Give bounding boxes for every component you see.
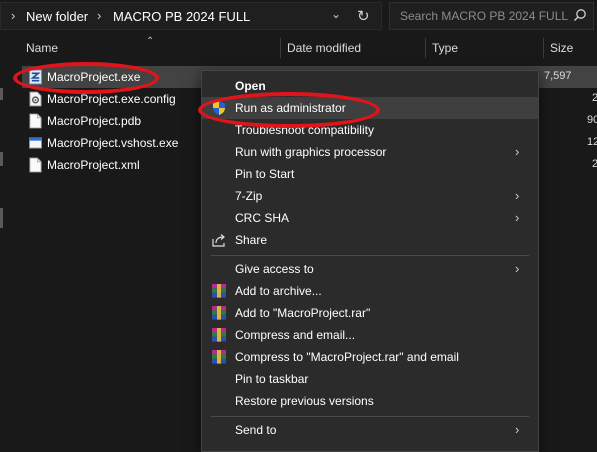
menu-item-crc-sha[interactable]: CRC SHA › xyxy=(202,207,538,229)
menu-item-label: Share xyxy=(235,233,268,247)
menu-item-share[interactable]: Share xyxy=(202,229,538,251)
menu-item-7zip[interactable]: 7-Zip › xyxy=(202,185,538,207)
file-size: 2 xyxy=(592,92,597,104)
column-divider[interactable] xyxy=(543,38,544,58)
file-name: MacroProject.vshost.exe xyxy=(47,136,179,150)
chevron-right-icon: › xyxy=(515,210,520,225)
chevron-right-icon: › xyxy=(515,261,520,276)
address-bar: › New folder › MACRO PB 2024 FULL ⌄ ↻ Se… xyxy=(0,0,597,32)
winrar-icon xyxy=(212,328,226,342)
column-date-modified[interactable]: Date modified xyxy=(287,41,361,55)
refresh-icon[interactable]: ↻ xyxy=(357,7,370,25)
menu-item-label: CRC SHA xyxy=(235,211,290,225)
menu-item-label: Pin to taskbar xyxy=(235,372,309,386)
menu-item-pin-to-start[interactable]: Pin to Start xyxy=(202,163,538,185)
menu-item-open[interactable]: Open xyxy=(202,75,538,97)
column-header-row: ⌃ Name Date modified Type Size xyxy=(0,36,597,60)
chevron-right-icon: › xyxy=(515,144,520,159)
navigation-pane-edge xyxy=(0,60,6,441)
search-placeholder: Search MACRO PB 2024 FULL xyxy=(400,9,569,23)
menu-item-pin-to-taskbar[interactable]: Pin to taskbar xyxy=(202,368,538,390)
menu-item-label: Add to "MacroProject.rar" xyxy=(235,306,371,320)
menu-item-label: Add to archive... xyxy=(235,284,322,298)
menu-item-compress-and-email[interactable]: Compress and email... xyxy=(202,324,538,346)
menu-separator xyxy=(211,255,529,256)
column-divider[interactable] xyxy=(425,38,426,58)
menu-item-label: Pin to Start xyxy=(235,167,295,181)
breadcrumb[interactable]: › New folder › MACRO PB 2024 FULL ⌄ ↻ xyxy=(0,2,382,30)
sort-ascending-icon: ⌃ xyxy=(146,36,155,47)
winrar-icon xyxy=(212,306,226,320)
nav-marker xyxy=(0,208,3,228)
column-divider[interactable] xyxy=(280,38,281,58)
menu-item-label: Troubleshoot compatibility xyxy=(235,123,374,137)
menu-item-label: 7-Zip xyxy=(235,189,263,203)
menu-item-compress-to-rar-and-email[interactable]: Compress to "MacroProject.rar" and email xyxy=(202,346,538,368)
menu-item-give-access-to[interactable]: Give access to › xyxy=(202,258,538,280)
menu-separator xyxy=(211,416,529,417)
menu-item-label: Send to xyxy=(235,423,277,437)
breadcrumb-macro-folder[interactable]: MACRO PB 2024 FULL xyxy=(113,9,250,24)
file-name: MacroProject.pdb xyxy=(47,114,142,128)
winrar-icon xyxy=(212,284,226,298)
column-type[interactable]: Type xyxy=(432,41,458,55)
menu-item-restore-previous-versions[interactable]: Restore previous versions xyxy=(202,390,538,412)
menu-item-add-to-rar[interactable]: Add to "MacroProject.rar" xyxy=(202,302,538,324)
file-name: MacroProject.xml xyxy=(47,158,140,172)
column-name[interactable]: Name xyxy=(26,41,58,55)
file-name: MacroProject.exe xyxy=(47,70,141,84)
chevron-right-icon: › xyxy=(515,188,520,203)
file-name: MacroProject.exe.config xyxy=(47,92,176,106)
menu-item-send-to[interactable]: Send to › xyxy=(202,419,538,441)
breadcrumb-new-folder[interactable]: New folder xyxy=(26,9,88,24)
menu-item-label: Run as administrator xyxy=(235,101,346,115)
menu-item-add-to-archive[interactable]: Add to archive... xyxy=(202,280,538,302)
menu-item-run-with-graphics-processor[interactable]: Run with graphics processor › xyxy=(202,141,538,163)
exe-app-icon xyxy=(29,69,42,85)
menu-item-label: Run with graphics processor xyxy=(235,145,387,159)
menu-item-troubleshoot-compatibility[interactable]: Troubleshoot compatibility xyxy=(202,119,538,141)
file-icon xyxy=(29,157,42,173)
chevron-right-icon: › xyxy=(97,8,102,23)
chevron-right-icon: › xyxy=(515,422,520,437)
menu-item-label: Give access to xyxy=(235,262,314,276)
menu-item-label: Compress to "MacroProject.rar" and email xyxy=(235,350,459,364)
file-size: 7,597 xyxy=(544,70,572,82)
menu-item-label: Restore previous versions xyxy=(235,394,374,408)
chevron-right-icon: › xyxy=(11,8,16,23)
menu-item-run-as-administrator[interactable]: Run as administrator xyxy=(202,97,538,119)
nav-marker xyxy=(0,88,3,100)
file-icon xyxy=(29,113,42,129)
winrar-icon xyxy=(212,350,226,364)
search-icon xyxy=(574,9,586,21)
config-file-icon xyxy=(29,91,42,107)
menu-item-label: Compress and email... xyxy=(235,328,356,342)
exe-window-icon xyxy=(29,137,42,149)
chevron-down-icon[interactable]: ⌄ xyxy=(331,7,341,21)
share-icon xyxy=(212,234,225,247)
file-size: 2 xyxy=(592,158,597,170)
file-size: 12 xyxy=(587,136,597,148)
menu-item-label: Open xyxy=(235,79,266,93)
column-size[interactable]: Size xyxy=(550,41,573,55)
uac-shield-icon xyxy=(213,101,225,115)
file-size: 90 xyxy=(587,114,597,126)
nav-marker xyxy=(0,152,3,166)
context-menu: Open Run as administrator Troubleshoot c… xyxy=(201,70,539,452)
search-box[interactable]: Search MACRO PB 2024 FULL xyxy=(389,2,594,30)
